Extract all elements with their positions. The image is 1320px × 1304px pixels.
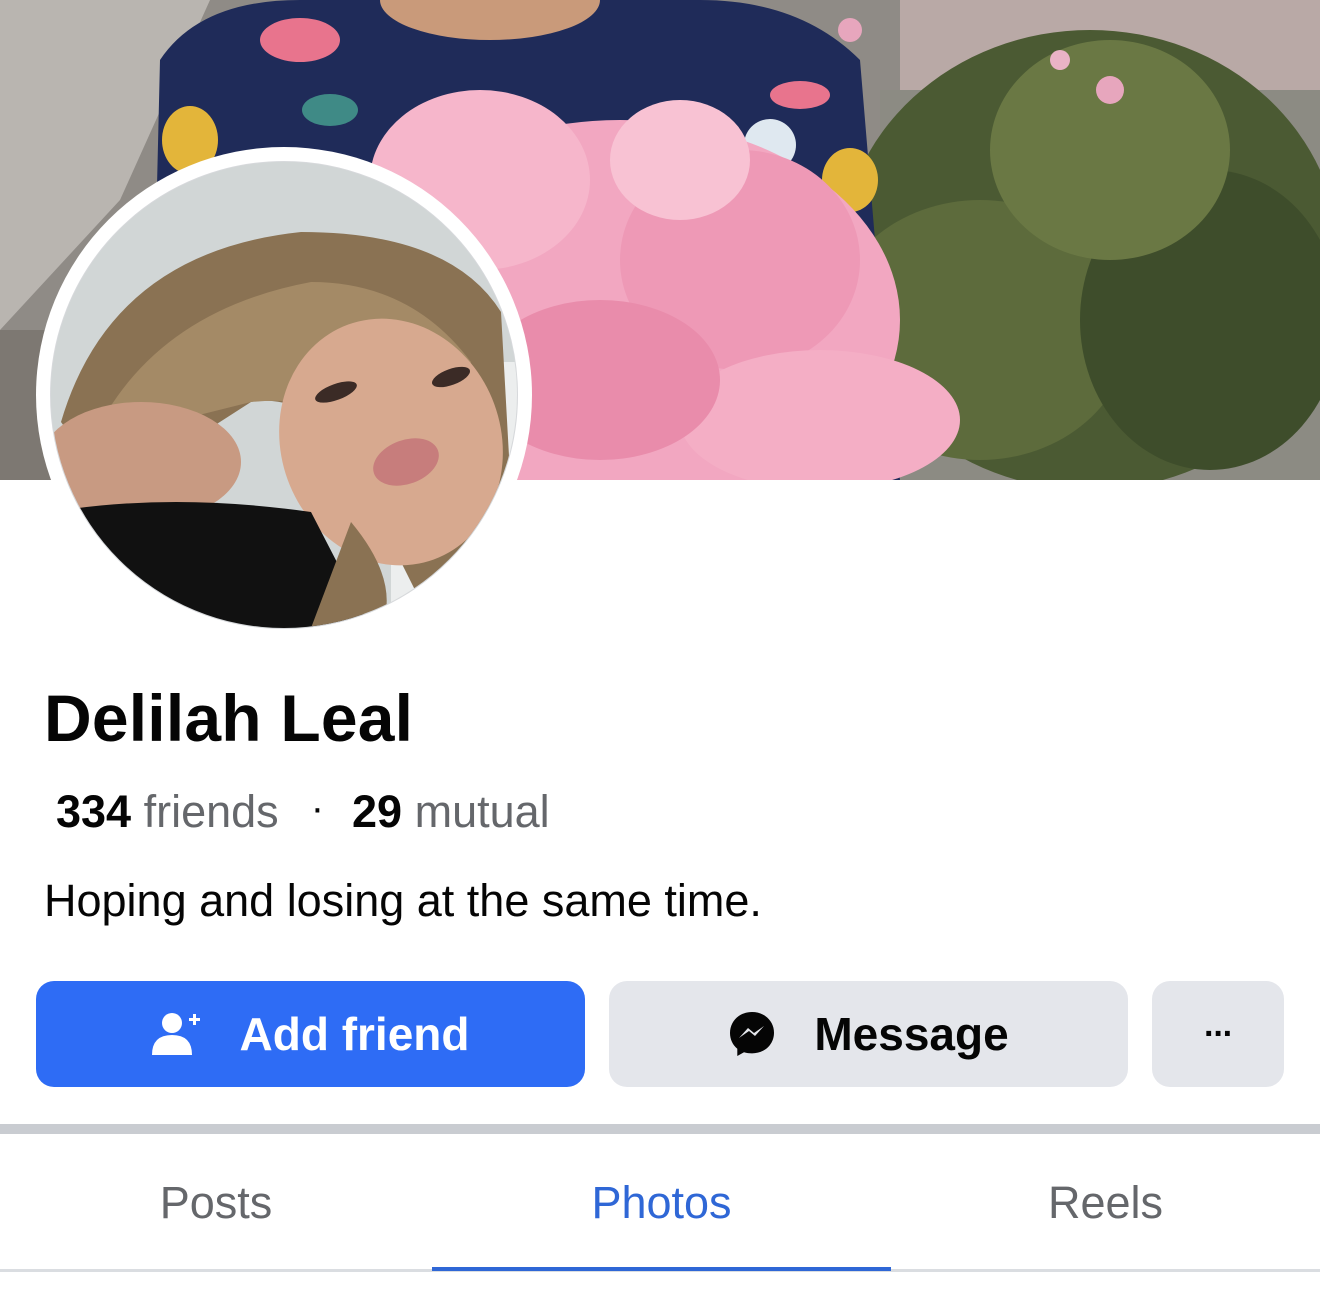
message-label: Message [814,1008,1009,1060]
messenger-icon [728,1010,776,1058]
message-button[interactable]: Message [609,981,1128,1087]
add-friend-button[interactable]: Add friend [36,981,585,1087]
tab-photos[interactable]: Photos [432,1134,891,1272]
mutual-label: mutual [414,786,550,837]
avatar-photo [50,161,518,629]
tab-posts[interactable]: Posts [0,1134,432,1272]
mutual-count: 29 [352,786,403,837]
more-options-button[interactable]: ··· [1152,981,1284,1087]
stats-separator: · [310,786,325,830]
profile-bio: Hoping and losing at the same time. [44,875,762,926]
friend-stats[interactable]: 334 friends · 29 mutual [56,786,550,838]
ellipsis-icon: ··· [1204,1014,1234,1053]
profile-name: Delilah Leal [44,681,414,755]
friends-count: 334 [56,786,132,837]
profile-avatar[interactable] [36,147,532,643]
profile-tabs: Posts Photos Reels [0,1134,1320,1272]
section-divider [0,1124,1320,1134]
tab-reels[interactable]: Reels [891,1134,1320,1272]
friends-label: friends [143,786,279,837]
add-friend-label: Add friend [239,1008,470,1060]
person-plus-icon [151,1011,202,1057]
active-tab-indicator [432,1267,891,1271]
